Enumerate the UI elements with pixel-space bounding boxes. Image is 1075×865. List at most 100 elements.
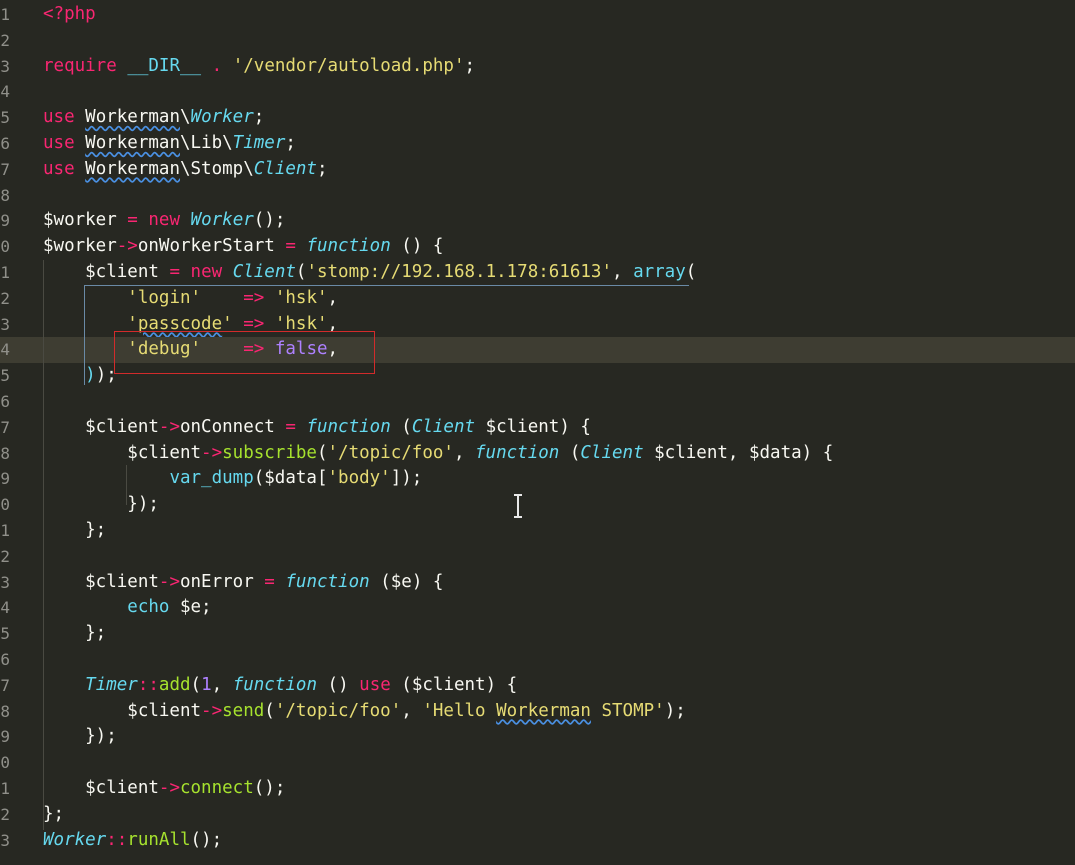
line-number: 0 [0,495,10,515]
code-text: require __DIR__ . '/vendor/autoload.php'… [43,54,475,80]
code-text: $client->send('/topic/foo', 'Hello Worke… [43,699,686,725]
code-token: Worker [190,210,254,231]
code-token: new [190,262,223,282]
code-line[interactable]: 4 [0,79,1075,105]
code-line[interactable]: 0 }); [0,492,1075,518]
code-token: \Stomp\ [179,158,254,179]
code-token: , [453,442,476,463]
code-token: ( [390,416,412,437]
line-number: 8 [0,701,10,721]
code-line[interactable]: 3 Worker::runAll(); [0,828,1075,854]
code-token: => [243,339,265,360]
code-token: = [127,210,138,231]
code-line[interactable]: 3 'passcode' => 'hsk', [0,312,1075,338]
line-number: 5 [0,108,10,128]
line-number: 1 [0,263,10,282]
code-line[interactable]: 2 [0,28,1075,54]
code-token: $client [43,778,159,798]
code-line[interactable]: 1 }; [0,518,1075,544]
code-text: }; [43,518,106,544]
code-token: . [211,55,223,76]
code-line[interactable]: 6 [0,647,1075,673]
code-token: use [43,158,75,179]
line-number: 6 [0,392,10,411]
code-line[interactable]: 9 }); [0,724,1075,750]
code-token: $worker [43,236,117,257]
line-number: 0 [0,237,10,257]
code-text: Timer::add(1, function () use ($client) … [43,673,517,699]
code-token: , [327,313,339,334]
line-number: 9 [0,469,10,489]
line-number: 1 [0,779,10,798]
code-token: }; [43,803,65,824]
code-token: $client [43,700,202,721]
code-token: Worker [190,107,254,128]
code-line[interactable]: 4 echo $e; [0,595,1075,621]
line-number: 3 [0,314,10,334]
code-line[interactable]: 7 use Workerman\Stomp\Client; [0,157,1075,183]
code-line[interactable]: 1 $client = new Client('stomp://192.168.… [0,260,1075,286]
code-token: => [243,313,265,334]
code-token: = [264,571,275,592]
code-line[interactable]: 8 $client->subscribe('/topic/foo', funct… [0,441,1075,467]
code-line[interactable]: 2 'login' => 'hsk', [0,286,1075,312]
code-token: Timer [85,674,138,695]
code-line[interactable]: 0 $worker->onWorkerStart = function () { [0,234,1075,260]
code-token: ; [253,107,265,128]
code-line[interactable]: 3 require __DIR__ . '/vendor/autoload.php… [0,54,1075,80]
code-token: 'login' [127,287,202,308]
code-line[interactable]: 5 }; [0,621,1075,647]
code-token: ); [95,365,117,386]
code-line[interactable]: 9 $worker = new Worker(); [0,208,1075,234]
code-token: Workerman [85,158,180,179]
code-text: $client = new Client('stomp://192.168.1.… [43,260,696,286]
code-line[interactable]: 7 $client->onConnect = function (Client … [0,415,1075,441]
code-line[interactable]: 1 $client->connect(); [0,776,1075,802]
line-number: 1 [0,521,10,540]
code-line[interactable]: 2 [0,544,1075,570]
code-token: ]); [390,468,423,489]
line-number: 6 [0,134,10,153]
code-text: }); [43,492,159,518]
code-token: Timer [232,133,286,153]
code-line[interactable]: 6 use Workerman\Lib\Timer; [0,131,1075,157]
code-token: array [633,262,686,282]
code-line[interactable]: 3 $client->onError = function ($e) { [0,570,1075,596]
line-number: 8 [0,185,10,205]
code-line[interactable]: 5 )); [0,363,1075,389]
code-line[interactable]: 8 [0,183,1075,209]
code-token: add [158,674,191,695]
code-line[interactable]: 2}; [0,802,1075,828]
code-token: :: [106,829,128,850]
code-token: function [306,416,391,437]
code-editor[interactable]: 1 <?php 2 3 require __DIR__ . '/vendor/autol… [0,0,1075,865]
code-token: 'stomp://192.168.1.178:61613' [306,262,612,282]
code-token: '/vendor/autoload.php' [232,55,465,76]
code-token: }); [43,494,159,515]
code-line[interactable]: 5 use Workerman\Worker; [0,105,1075,131]
code-line[interactable]: 7 Timer::add(1, function () use ($client… [0,673,1075,699]
code-token: Workerman [85,107,180,128]
code-token: runAll [127,829,191,850]
code-line[interactable]: 1 <?php [0,2,1075,28]
code-token: -> [116,236,138,257]
ibeam-cursor-icon [513,494,523,518]
code-token: ( [316,442,328,463]
line-number: 3 [0,830,10,850]
code-line[interactable]: 6 [0,389,1075,415]
code-line[interactable]: 9 var_dump($data['body']); [0,466,1075,492]
code-token: ' [127,313,138,334]
code-text: $client->onError = function ($e) { [43,570,443,596]
code-line[interactable]: 4 'debug' => false, [0,337,1075,364]
code-line[interactable]: 0 [0,750,1075,776]
code-line[interactable]: 8 $client->send('/topic/foo', 'Hello Wor… [0,699,1075,725]
